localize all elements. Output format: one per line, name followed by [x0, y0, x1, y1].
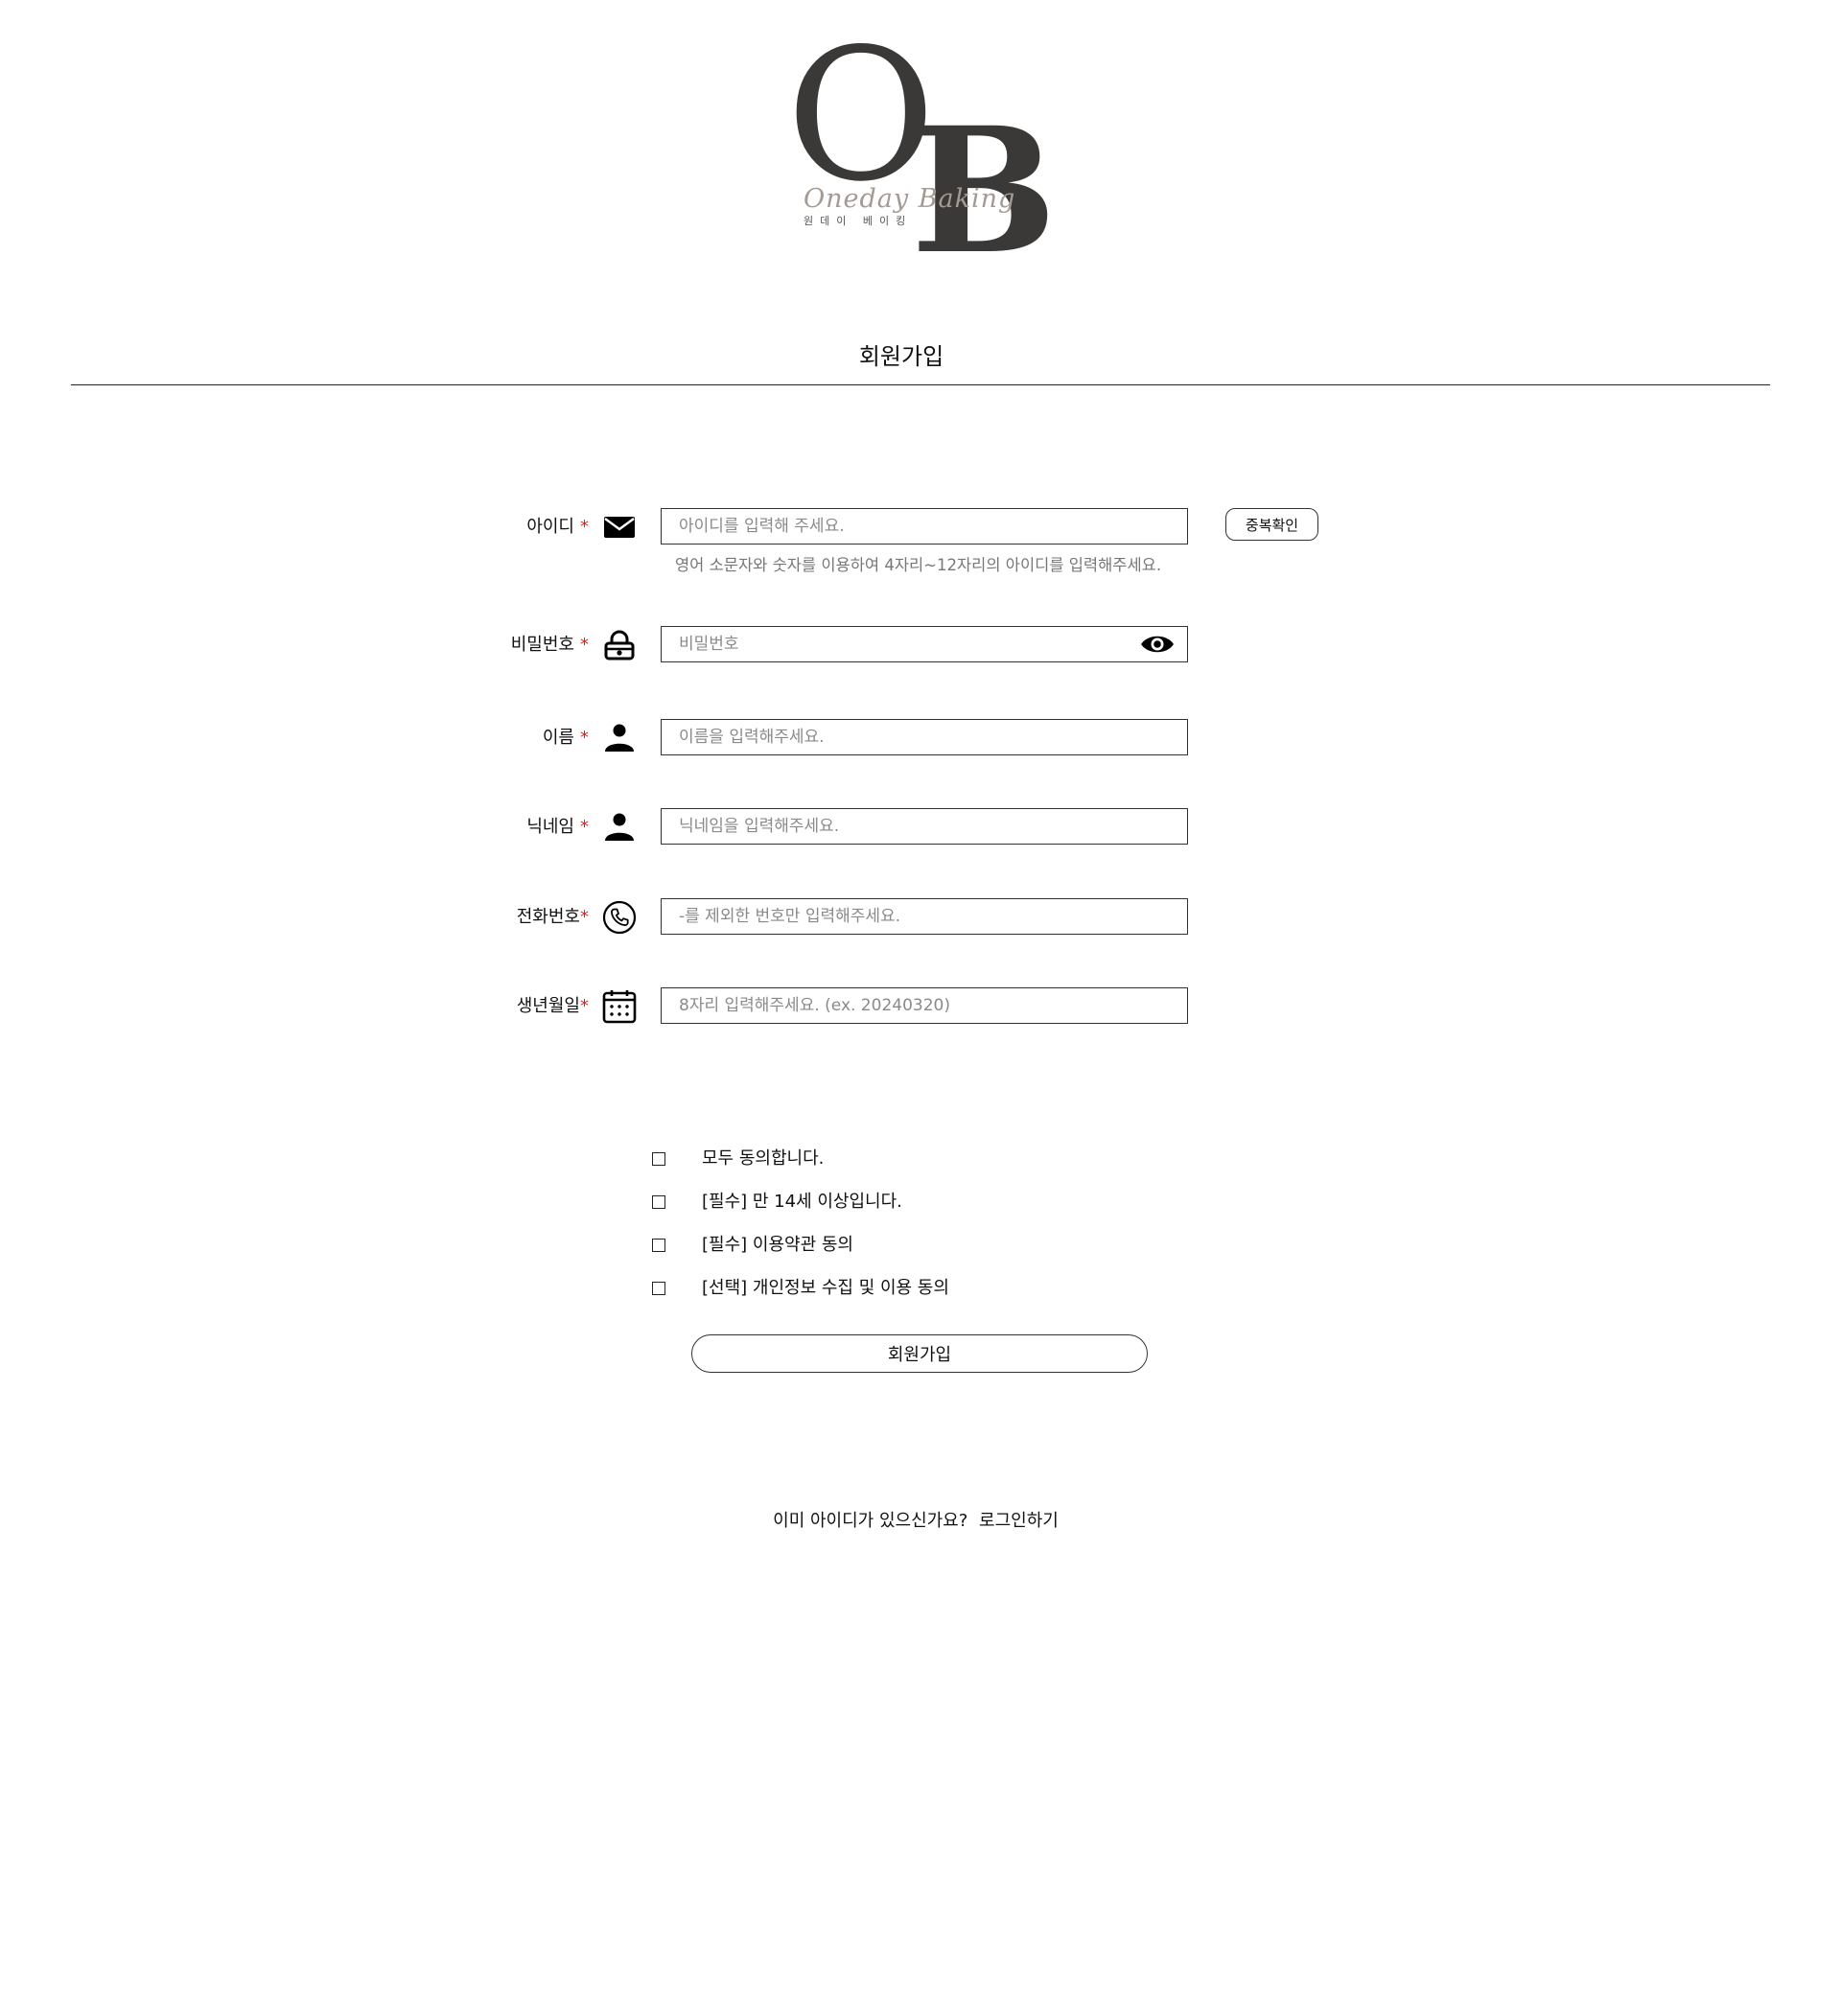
birth-input[interactable]	[662, 988, 1187, 1023]
nickname-input[interactable]	[662, 809, 1187, 844]
title-divider	[71, 384, 1770, 385]
checkbox[interactable]	[652, 1152, 665, 1166]
name-input[interactable]	[662, 720, 1187, 754]
logo-script-text: Oneday Baking	[804, 184, 1016, 214]
nickname-row: 닉네임 *	[0, 808, 1841, 846]
lock-icon	[602, 628, 637, 662]
checkbox[interactable]	[652, 1239, 665, 1252]
agree-label: [필수] 이용약관 동의	[702, 1235, 853, 1255]
phone-row: 전화번호*	[0, 898, 1841, 937]
envelope-icon	[602, 510, 637, 545]
agree-label: [선택] 개인정보 수집 및 이용 동의	[702, 1278, 949, 1298]
checkbox[interactable]	[652, 1282, 665, 1295]
logo-korean-text: 원데이 베이킹	[804, 215, 913, 227]
password-row: 비밀번호 *	[0, 626, 1841, 664]
login-prompt: 이미 아이디가 있으신가요? 로그인하기	[0, 1507, 1831, 1532]
required-mark: *	[580, 517, 589, 537]
birth-row: 생년월일*	[0, 987, 1841, 1026]
brand-logo: O B Oneday Baking 원데이 베이킹	[786, 25, 1057, 278]
phone-label: 전화번호*	[516, 907, 589, 927]
required-mark: *	[580, 728, 589, 748]
id-input[interactable]	[662, 509, 1187, 544]
id-field	[661, 508, 1188, 545]
id-help-text: 영어 소문자와 숫자를 이용하여 4자리~12자리의 아이디를 입력해주세요.	[675, 556, 1162, 574]
nickname-field	[661, 808, 1188, 845]
phone-icon	[602, 900, 637, 935]
name-field	[661, 719, 1188, 755]
calendar-icon	[602, 989, 637, 1024]
id-label: 아이디 *	[526, 517, 589, 537]
eye-icon[interactable]	[1139, 631, 1176, 658]
id-row: 아이디* 중복확인 영어 소문자와 숫자를 이용하여 4자리~12자리의 아이디…	[0, 508, 1841, 574]
required-mark: *	[580, 996, 589, 1016]
login-link[interactable]: 로그인하기	[979, 1511, 1059, 1531]
birth-field	[661, 987, 1188, 1024]
phone-input[interactable]	[662, 899, 1187, 934]
required-mark: *	[580, 635, 589, 655]
nickname-label: 닉네임 *	[526, 817, 589, 837]
required-mark: *	[580, 817, 589, 837]
required-mark: *	[580, 907, 589, 927]
page-title: 회원가입	[858, 343, 944, 370]
name-row: 이름 *	[0, 719, 1841, 757]
agree-label: [필수] 만 14세 이상입니다.	[702, 1192, 902, 1212]
password-field	[661, 626, 1188, 662]
name-label: 이름 *	[542, 728, 589, 748]
signup-submit-button[interactable]: 회원가입	[691, 1334, 1148, 1373]
phone-field	[661, 898, 1188, 935]
duplicate-check-button[interactable]: 중복확인	[1225, 508, 1318, 541]
birth-label: 생년월일*	[516, 996, 589, 1016]
person-icon	[602, 810, 637, 845]
agree-label: 모두 동의합니다.	[702, 1148, 825, 1169]
checkbox[interactable]	[652, 1195, 665, 1209]
login-question: 이미 아이디가 있으신가요?	[773, 1511, 968, 1531]
password-input[interactable]	[662, 627, 1187, 661]
person-icon	[602, 721, 637, 755]
password-label: 비밀번호 *	[510, 635, 589, 655]
